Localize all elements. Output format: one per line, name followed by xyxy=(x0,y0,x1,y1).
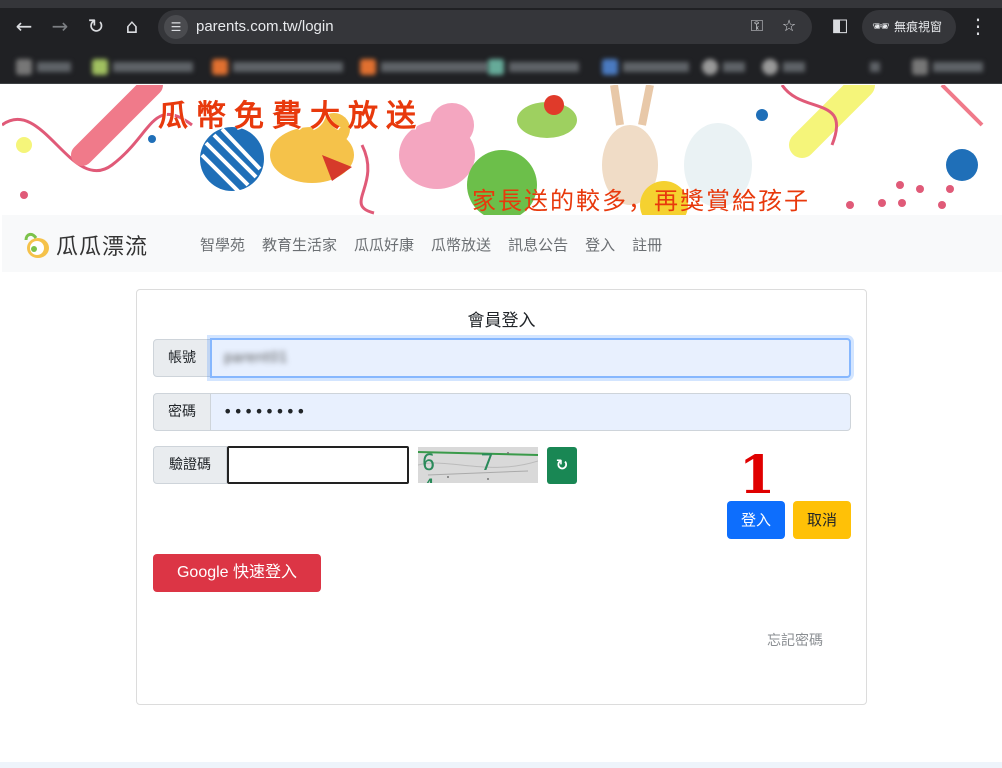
melon-logo-icon xyxy=(24,232,49,258)
back-icon[interactable]: ← xyxy=(10,12,38,40)
main-nav: 智學苑 教育生活家 瓜瓜好康 瓜幣放送 訊息公告 登入 註冊 xyxy=(200,234,679,255)
incognito-label: 無痕視窗 xyxy=(894,20,943,34)
password-label: 密碼 xyxy=(153,393,211,431)
logo-text: 瓜瓜漂流 xyxy=(56,235,149,260)
bookmark-item[interactable] xyxy=(702,58,745,76)
bookmark-item[interactable] xyxy=(360,58,489,76)
password-input[interactable]: •••••••• xyxy=(210,393,851,431)
cancel-button[interactable]: 取消 xyxy=(793,501,851,539)
captcha-label: 驗證碼 xyxy=(153,446,227,484)
site-logo[interactable]: 瓜瓜漂流 xyxy=(22,229,148,261)
home-icon[interactable]: ⌂ xyxy=(118,12,146,40)
bookmark-item[interactable] xyxy=(212,58,343,76)
banner-title: 瓜幣免費大放送 xyxy=(158,99,424,134)
banner-subtitle: 家長送的較多，再獎賞給孩子 xyxy=(472,187,810,215)
nav-link-deals[interactable]: 瓜瓜好康 xyxy=(354,234,414,255)
forward-icon[interactable]: → xyxy=(46,12,74,40)
account-label: 帳號 xyxy=(153,339,211,377)
menu-icon[interactable]: ⋮ xyxy=(966,12,990,40)
captcha-refresh-button[interactable]: ↻ xyxy=(547,447,577,484)
browser-window: ← → ↻ ⌂ ☰ parents.com.tw/login ⚿ ☆ ◧ 🕶 無… xyxy=(0,0,1002,768)
side-panel-icon[interactable]: ◧ xyxy=(826,12,854,40)
captcha-text: 6 7 4 xyxy=(422,451,510,483)
address-bar[interactable]: ☰ parents.com.tw/login ⚿ ☆ xyxy=(158,10,812,44)
bookmarks-bar xyxy=(0,50,1002,84)
account-value: parent01 xyxy=(224,350,288,366)
account-input[interactable]: parent01 xyxy=(210,338,851,378)
forgot-password-link[interactable]: 忘記密碼 xyxy=(767,630,823,650)
nav-link-academy[interactable]: 智學苑 xyxy=(200,234,245,255)
all-bookmarks-folder[interactable] xyxy=(912,58,983,76)
incognito-badge[interactable]: 🕶 無痕視窗 xyxy=(862,10,956,44)
url-text[interactable]: parents.com.tw/login xyxy=(196,18,334,35)
browser-toolbar: ← → ↻ ⌂ ☰ parents.com.tw/login ⚿ ☆ ◧ 🕶 無… xyxy=(0,0,1002,50)
nav-link-register[interactable]: 註冊 xyxy=(632,234,662,255)
google-login-button[interactable]: Google 快速登入 xyxy=(153,554,321,592)
site-info-icon[interactable]: ☰ xyxy=(164,15,188,39)
reload-icon[interactable]: ↻ xyxy=(82,12,110,40)
login-button[interactable]: 登入 xyxy=(727,501,785,539)
incognito-icon: 🕶 xyxy=(872,19,890,35)
bookmarks-overflow[interactable] xyxy=(870,58,880,76)
nav-link-coin-giveaway[interactable]: 瓜幣放送 xyxy=(431,234,491,255)
nav-link-login[interactable]: 登入 xyxy=(585,234,615,255)
bookmark-item[interactable] xyxy=(762,58,805,76)
login-title: 會員登入 xyxy=(467,311,536,331)
captcha-image: 6 7 4 xyxy=(418,447,538,483)
tab-strip xyxy=(0,0,1002,8)
footer-edge xyxy=(0,762,1002,768)
login-card: 會員登入 帳號 parent01 密碼 •••••••• 驗證碼 6 7 4 ↻… xyxy=(136,289,867,705)
captcha-input[interactable] xyxy=(227,446,409,484)
bookmark-item[interactable] xyxy=(488,58,579,76)
bookmark-item[interactable] xyxy=(16,58,71,76)
key-icon[interactable]: ⚿ xyxy=(746,16,768,36)
nav-link-announcements[interactable]: 訊息公告 xyxy=(508,234,568,255)
nav-link-education-life[interactable]: 教育生活家 xyxy=(262,234,337,255)
site-navbar: 瓜瓜漂流 智學苑 教育生活家 瓜瓜好康 瓜幣放送 訊息公告 登入 註冊 xyxy=(2,215,1002,272)
promo-banner[interactable]: 瓜幣免費大放送 家長送的較多，再獎賞給孩子 xyxy=(2,85,1002,215)
step-annotation: 1 xyxy=(739,445,776,506)
bookmark-item[interactable] xyxy=(602,58,689,76)
bookmark-item[interactable] xyxy=(92,58,193,76)
star-icon[interactable]: ☆ xyxy=(778,16,800,35)
